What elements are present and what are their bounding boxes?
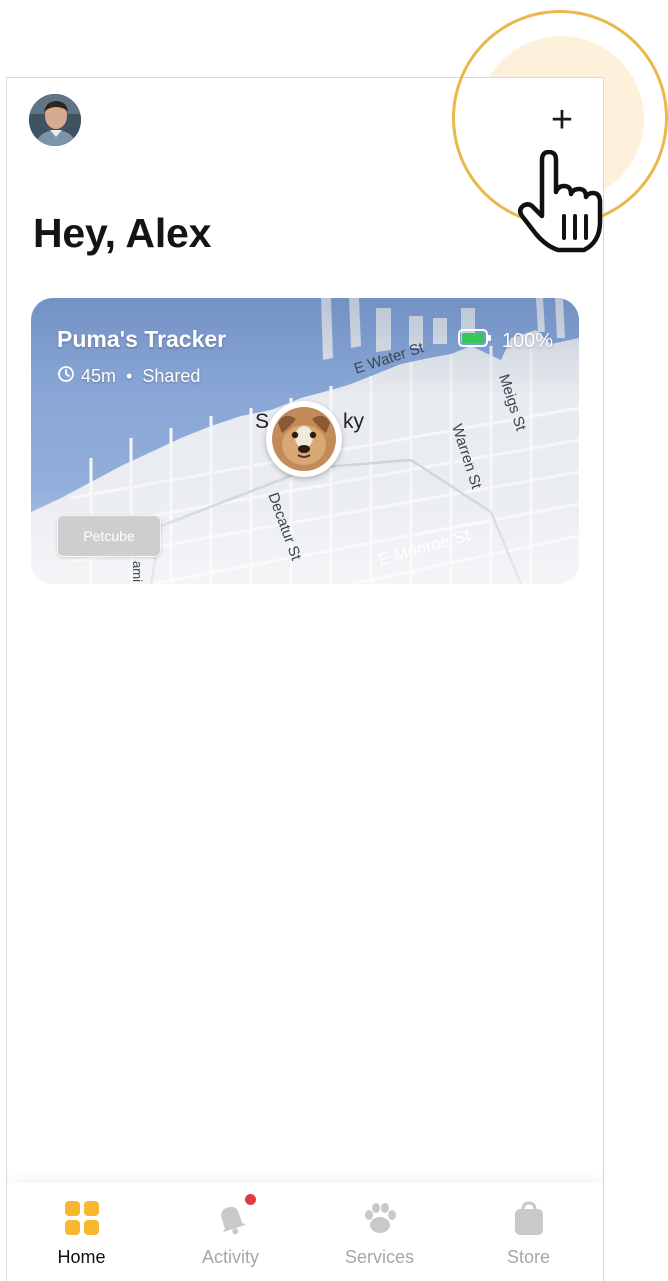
pointer-hand-icon <box>518 150 603 253</box>
paw-icon <box>361 1199 399 1237</box>
tracker-title: Puma's Tracker <box>57 326 227 352</box>
bell-icon <box>212 1194 256 1237</box>
petcube-device-chip[interactable]: Petcube <box>57 515 161 557</box>
tab-label-activity: Activity <box>201 1247 259 1267</box>
pet-avatar <box>272 407 336 471</box>
tracker-sharing-status: Shared <box>142 366 201 386</box>
tab-activity[interactable]: Activity <box>156 1183 305 1281</box>
activity-badge-dot <box>244 1194 256 1205</box>
pet-location-pin[interactable] <box>266 401 342 477</box>
clock-icon <box>57 365 75 388</box>
map-place-label-right: ky <box>343 410 364 433</box>
bottom-tab-bar: Home Activity Services Store <box>7 1183 603 1281</box>
screen: Hey, Alex Puma's Tracker 45m • Shared 10… <box>0 0 668 1281</box>
add-device-button[interactable]: + <box>532 92 592 148</box>
avatar-photo <box>29 94 81 146</box>
map-label-side-street: ami <box>129 561 145 582</box>
battery-status: 100% <box>457 329 553 353</box>
battery-percent: 100% <box>501 329 553 352</box>
tracker-meta: 45m • Shared <box>57 365 200 388</box>
avatar[interactable] <box>29 94 81 146</box>
tab-home[interactable]: Home <box>7 1183 156 1281</box>
tracker-last-update: 45m <box>81 366 117 386</box>
pet-tracker-card[interactable]: Puma's Tracker 45m • Shared 100% E Water… <box>31 298 579 584</box>
battery-icon <box>457 329 492 353</box>
tab-label-home: Home <box>57 1247 106 1267</box>
page-title: Hey, Alex <box>33 210 212 256</box>
tab-label-store: Store <box>506 1247 551 1267</box>
meta-separator: • <box>126 366 133 386</box>
tab-services[interactable]: Services <box>305 1183 454 1281</box>
home-grid-icon <box>63 1199 101 1237</box>
tab-store[interactable]: Store <box>454 1183 603 1281</box>
tab-label-services: Services <box>344 1247 415 1267</box>
bag-icon <box>510 1199 548 1237</box>
